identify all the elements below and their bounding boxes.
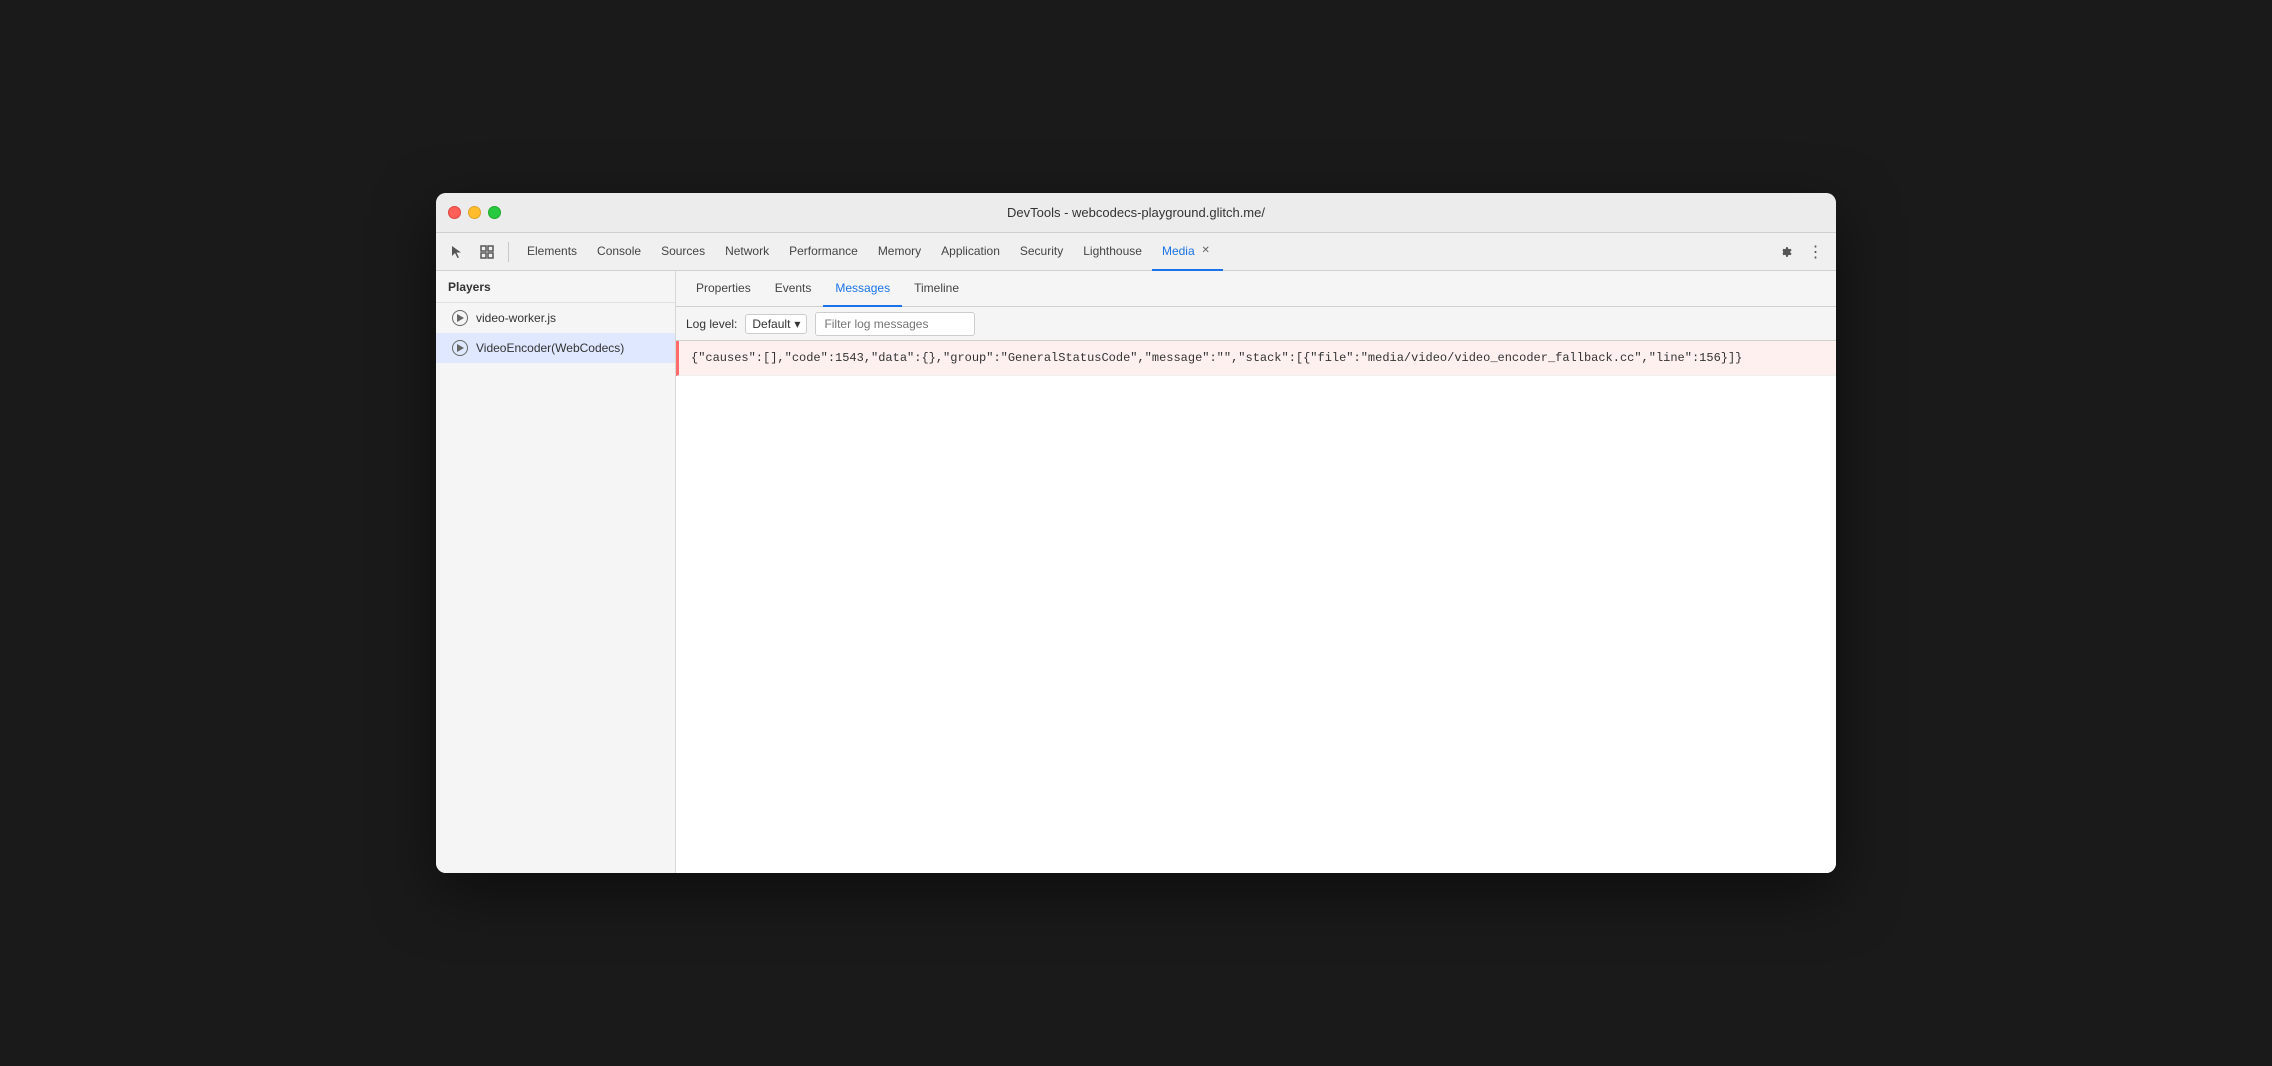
minimize-button[interactable] [468,206,481,219]
sidebar-item-video-encoder[interactable]: VideoEncoder(WebCodecs) [436,333,675,363]
maximize-button[interactable] [488,206,501,219]
devtools-window: DevTools - webcodecs-playground.glitch.m… [436,193,1836,873]
log-level-value: Default [752,317,790,331]
sub-tab-events[interactable]: Events [763,271,824,307]
play-icon [452,310,468,326]
sidebar: Players video-worker.js VideoEncoder(Web… [436,271,676,873]
gear-icon [1777,244,1793,260]
tab-sources[interactable]: Sources [651,233,715,271]
log-level-select[interactable]: Default ▾ [745,314,807,334]
log-level-label: Log level: [686,317,737,331]
play-icon [452,340,468,356]
tab-network[interactable]: Network [715,233,779,271]
close-button[interactable] [448,206,461,219]
tab-memory[interactable]: Memory [868,233,931,271]
settings-button[interactable] [1772,239,1798,265]
sub-tabs: Properties Events Messages Timeline [676,271,1836,307]
tab-media-close[interactable]: ✕ [1199,244,1213,258]
toolbar: Elements Console Sources Network Perform… [436,233,1836,271]
filter-input[interactable] [815,312,975,336]
toolbar-divider [508,242,509,262]
tab-elements[interactable]: Elements [517,233,587,271]
toolbar-tabs: Elements Console Sources Network Perform… [517,233,1768,270]
sidebar-item-label: video-worker.js [476,311,556,325]
toolbar-right: ⋮ [1772,239,1828,265]
sub-tab-properties[interactable]: Properties [684,271,763,307]
more-button[interactable]: ⋮ [1802,239,1828,265]
cursor-icon [449,244,465,260]
sidebar-item-video-worker[interactable]: video-worker.js [436,303,675,333]
log-entry-text: {"causes":[],"code":1543,"data":{},"grou… [691,351,1742,365]
tab-performance[interactable]: Performance [779,233,868,271]
dropdown-icon: ▾ [794,317,800,331]
cursor-tool-button[interactable] [444,239,470,265]
log-controls: Log level: Default ▾ [676,307,1836,341]
tab-lighthouse[interactable]: Lighthouse [1073,233,1152,271]
sub-tab-timeline[interactable]: Timeline [902,271,971,307]
window-title: DevTools - webcodecs-playground.glitch.m… [1007,205,1265,220]
sidebar-header: Players [436,271,675,303]
tab-media[interactable]: Media ✕ [1152,233,1223,271]
title-bar: DevTools - webcodecs-playground.glitch.m… [436,193,1836,233]
tab-application[interactable]: Application [931,233,1010,271]
log-entry: {"causes":[],"code":1543,"data":{},"grou… [676,341,1836,376]
traffic-lights [448,206,501,219]
sub-tab-messages[interactable]: Messages [823,271,902,307]
right-panel: Properties Events Messages Timeline Log … [676,271,1836,873]
sidebar-item-label: VideoEncoder(WebCodecs) [476,341,624,355]
inspect-tool-button[interactable] [474,239,500,265]
tab-console[interactable]: Console [587,233,651,271]
main-content: Players video-worker.js VideoEncoder(Web… [436,271,1836,873]
tab-security[interactable]: Security [1010,233,1073,271]
inspect-icon [479,244,495,260]
log-messages: {"causes":[],"code":1543,"data":{},"grou… [676,341,1836,873]
more-icon: ⋮ [1808,242,1823,262]
